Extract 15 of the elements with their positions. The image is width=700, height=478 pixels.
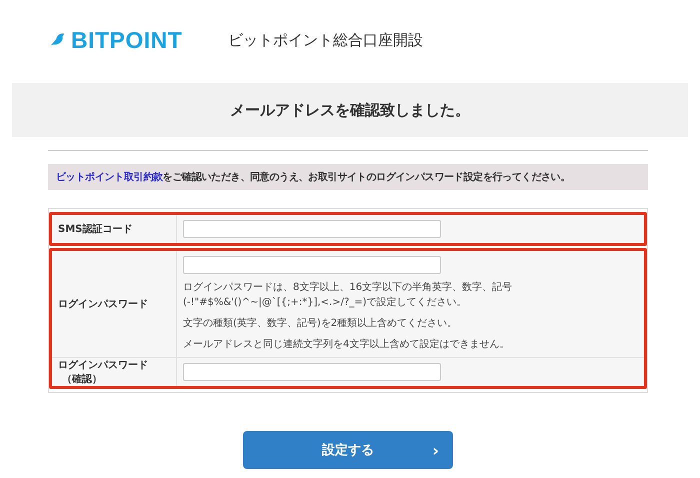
hint-text: ログインパスワードは、8文字以上、16文字以下の半角英字、数字、記号(-!"#$%&'()^~|@`[{;+:*}],<.>/?_=)で設定してください。 [183, 280, 514, 310]
terms-link[interactable]: ビットポイント取引約款 [56, 172, 163, 183]
field-label: ログインパスワード （確認） [52, 358, 177, 386]
banner-title: メールアドレスを確認致しました。 [230, 100, 470, 120]
hint-text: 文字の種類(英字、数字、記号)を2種類以上含めてください。 [183, 316, 458, 331]
logo-text: BITPOINT [71, 26, 182, 54]
notice-text: ビットポイント取引約款をご確認いただき、同意のうえ、お取引サイトのログインパスワード設定を行ってください。 [48, 164, 648, 190]
field-label: SMS認証コード [52, 215, 177, 243]
submit-button[interactable]: 設定する › [243, 431, 453, 469]
input-field[interactable] [183, 363, 441, 381]
input-field[interactable] [183, 256, 441, 274]
input-field[interactable] [183, 220, 441, 238]
hint-text: メールアドレスと同じ連続文字列を4文字以上含めて設定はできません。 [183, 338, 510, 352]
page-title: ビットポイント総合口座開設 [228, 30, 423, 50]
field-label: ログインパスワード [52, 251, 177, 357]
